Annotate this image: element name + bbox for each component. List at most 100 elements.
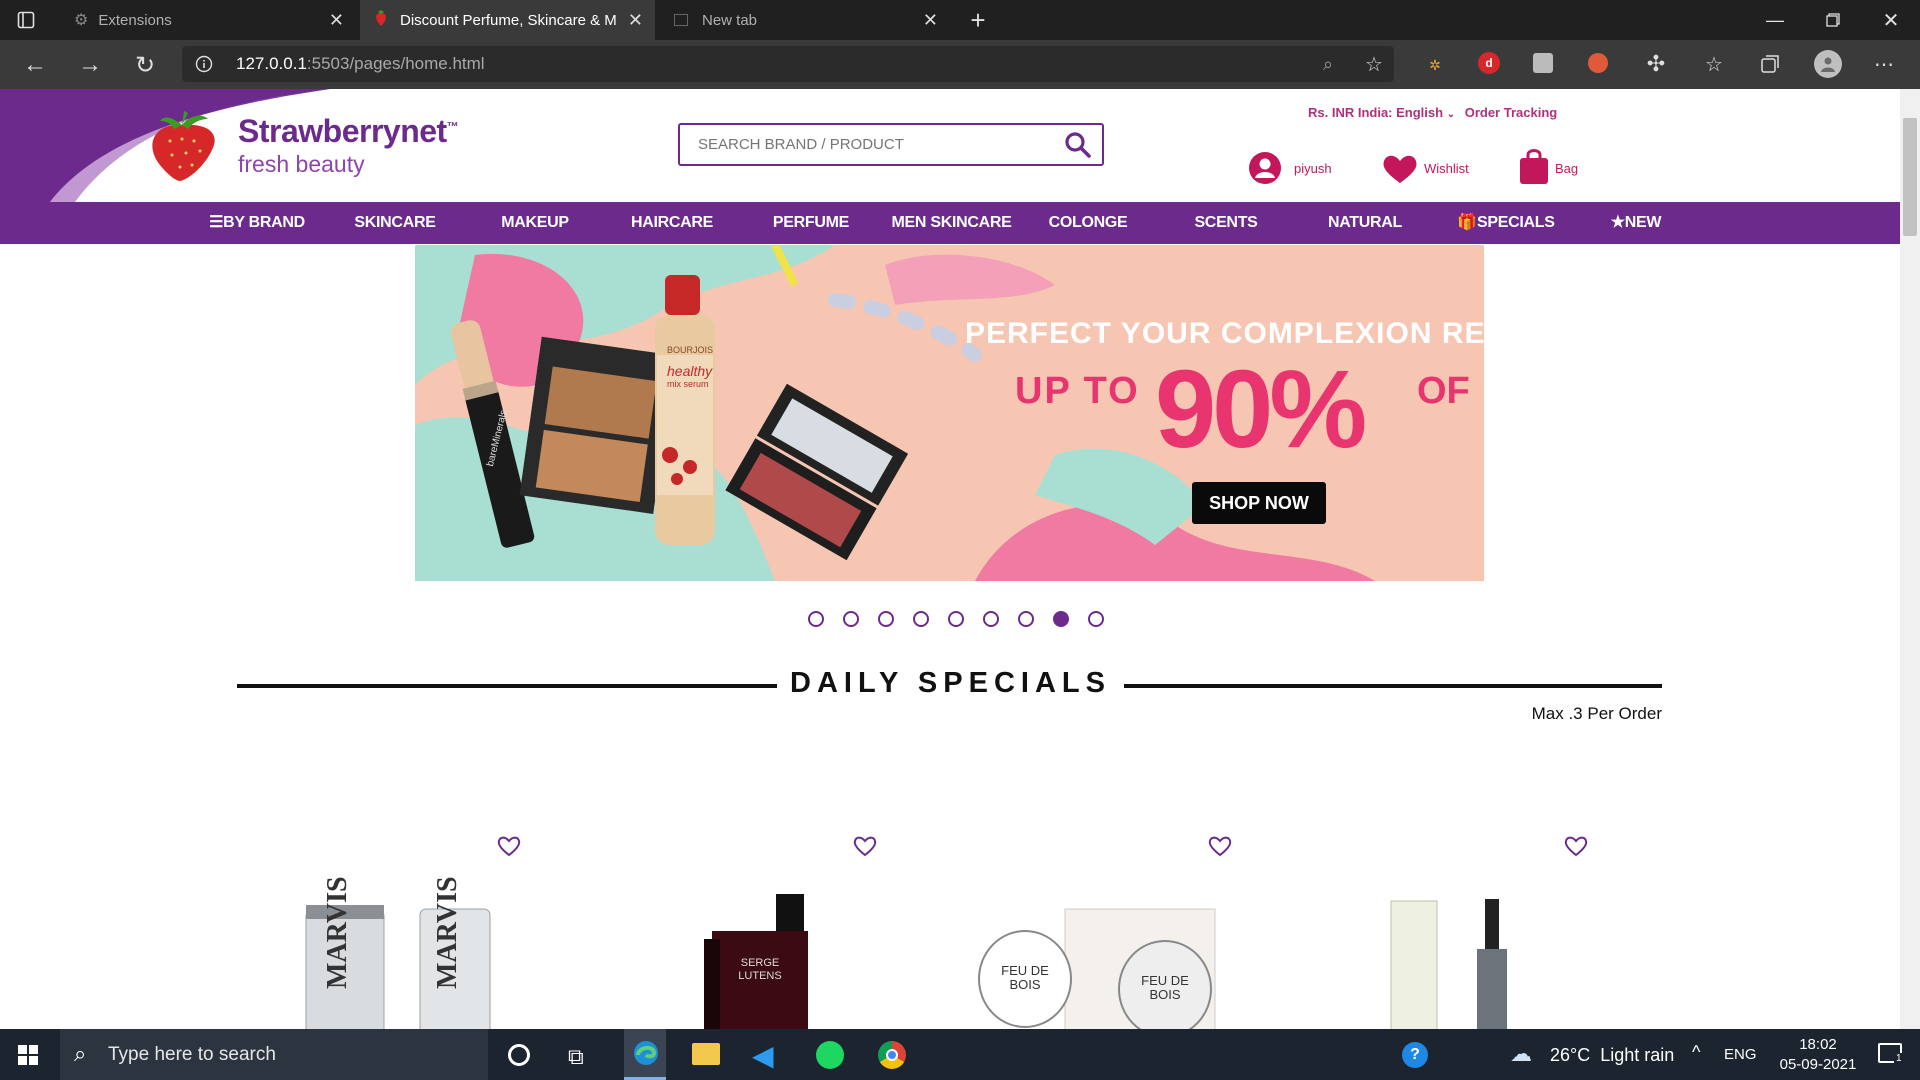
shop-now-button[interactable]: SHOP NOW [1192, 482, 1326, 524]
carousel-dot[interactable] [808, 611, 824, 627]
site-logo[interactable]: Strawberrynet™ fresh beauty [142, 107, 522, 187]
product-text: MARVIS [432, 876, 463, 989]
banner-headline: PERFECT YOUR COMPLEXION RE [965, 317, 1484, 350]
spotify-icon[interactable] [816, 1041, 844, 1069]
search-icon[interactable] [1064, 131, 1092, 159]
collections-icon[interactable] [1756, 50, 1784, 78]
banner-product-brand: BOURJOIS [667, 345, 714, 355]
product-card-serge-lutens[interactable]: SERGE LUTENS [700, 889, 820, 1029]
site-header: Strawberrynet™ fresh beauty Rs. INR Indi… [0, 89, 1900, 202]
nav-perfume[interactable]: PERFUME [756, 202, 866, 244]
wishlist-heart-icon[interactable] [497, 835, 521, 862]
product-text: FEU DE BOIS [1141, 973, 1189, 1002]
carousel-dot[interactable] [948, 611, 964, 627]
carousel-dot[interactable] [1018, 611, 1034, 627]
nav-skincare[interactable]: SKINCARE [340, 202, 450, 244]
nav-scents[interactable]: SCENTS [1172, 202, 1280, 244]
tab-new-tab[interactable]: New tab ✕ [660, 0, 950, 40]
tab-actions-icon[interactable] [14, 8, 38, 32]
search-input[interactable] [680, 125, 1050, 164]
close-window-icon[interactable]: ✕ [1876, 8, 1906, 32]
wishlist-link[interactable]: Wishlist [1382, 151, 1502, 187]
nav-haircare[interactable]: HAIRCARE [617, 202, 727, 244]
vscode-icon[interactable]: ◀ [752, 1039, 774, 1072]
info-icon[interactable] [194, 54, 214, 74]
carousel-dot[interactable] [913, 611, 929, 627]
zoom-out-icon[interactable]: ⌕ [1316, 52, 1340, 76]
language-indicator[interactable]: ENG [1724, 1046, 1757, 1063]
page-icon [674, 14, 688, 26]
minimize-icon[interactable]: — [1760, 8, 1790, 32]
nav-natural[interactable]: NATURAL [1310, 202, 1420, 244]
account-link[interactable]: piyush [1248, 151, 1348, 187]
profile-avatar-icon[interactable] [1814, 50, 1842, 78]
clock-date[interactable]: 05-09-2021 [1765, 1056, 1871, 1073]
wishlist-heart-icon[interactable] [1564, 835, 1588, 862]
clock-time[interactable]: 18:02 [1788, 1036, 1848, 1053]
refresh-icon[interactable]: ↻ [130, 50, 160, 80]
extension-red-icon[interactable]: d [1478, 52, 1500, 74]
banner-off: OF [1417, 370, 1470, 412]
close-icon[interactable]: ✕ [923, 10, 938, 31]
taskbar-search-box[interactable]: ⌕ Type here to search [60, 1029, 488, 1080]
product-card-diptyque[interactable]: FEU DE BOIS FEU DE BOIS [975, 889, 1245, 1029]
favorites-icon[interactable]: ☆ [1700, 50, 1728, 78]
search-icon: ⌕ [74, 1041, 87, 1066]
nav-specials[interactable]: 🎁SPECIALS [1446, 202, 1566, 244]
nav-by-brand[interactable]: ☰BY BRAND [197, 202, 317, 244]
forward-arrow-icon[interactable]: → [75, 50, 105, 80]
address-bar[interactable]: 127.0.0.1:5503/pages/home.html ⌕ ☆ [182, 46, 1394, 82]
tab-strawberrynet[interactable]: Discount Perfume, Skincare & M ✕ [360, 0, 655, 40]
extension-gray-icon[interactable] [1533, 53, 1553, 73]
windows-start-icon[interactable] [18, 1045, 38, 1065]
search-box[interactable] [678, 123, 1104, 166]
nav-makeup[interactable]: MAKEUP [480, 202, 590, 244]
locale-selector[interactable]: Rs. INR India: English [1308, 105, 1443, 120]
product-card-mascara[interactable] [1385, 889, 1545, 1029]
wishlist-heart-icon[interactable] [1208, 835, 1232, 862]
task-view-icon[interactable]: ⧉ [568, 1044, 584, 1070]
wishlist-label: Wishlist [1424, 161, 1469, 176]
add-favorite-icon[interactable]: ☆ [1362, 52, 1386, 76]
tab-extensions[interactable]: ⚙ Extensions ✕ [60, 0, 356, 40]
product-card-marvis[interactable]: MARVIS MARVIS [300, 876, 500, 1029]
extension-round-icon[interactable] [1588, 53, 1608, 73]
wishlist-heart-icon[interactable] [853, 835, 877, 862]
chevron-up-icon[interactable]: ^ [1692, 1042, 1700, 1063]
extensions-puzzle-icon[interactable]: ✣ [1642, 50, 1670, 78]
nav-new[interactable]: ★NEW [1586, 202, 1686, 244]
file-explorer-icon[interactable] [692, 1043, 720, 1065]
weather-cloud-icon: ☁ [1510, 1041, 1532, 1066]
carousel-dot[interactable] [983, 611, 999, 627]
new-tab-plus-icon[interactable]: + [964, 5, 992, 35]
notifications-icon[interactable]: 1 [1878, 1043, 1904, 1064]
category-nav: ☰BY BRAND SKINCARE MAKEUP HAIRCARE PERFU… [0, 202, 1900, 244]
hero-banner[interactable]: bareMinerals BOURJOIS healthy mix serum … [415, 245, 1484, 581]
carousel-dot-active[interactable] [1053, 611, 1069, 627]
carousel-dot[interactable] [843, 611, 859, 627]
logo-title: Strawberrynet [238, 113, 447, 149]
chrome-icon[interactable] [878, 1041, 906, 1069]
bag-link[interactable]: Bag [1518, 147, 1608, 187]
browser-tab-bar: ⚙ Extensions ✕ Discount Perfume, Skincar… [0, 0, 1920, 40]
close-icon[interactable]: ✕ [628, 10, 643, 31]
taskbar-search-placeholder: Type here to search [108, 1044, 276, 1065]
restore-icon[interactable] [1818, 8, 1848, 32]
close-icon[interactable]: ✕ [329, 10, 344, 31]
product-text: SERGE LUTENS [738, 957, 782, 982]
page-scrollbar-thumb[interactable] [1903, 118, 1917, 236]
chevron-down-icon[interactable]: ⌄ [1447, 109, 1455, 120]
logo-tm: ™ [446, 119, 459, 134]
cortana-icon[interactable] [508, 1044, 530, 1066]
carousel-dot[interactable] [1088, 611, 1104, 627]
nav-colonge[interactable]: COLONGE [1034, 202, 1142, 244]
nav-men-skincare[interactable]: MEN SKINCARE [884, 202, 1019, 244]
order-tracking-link[interactable]: Order Tracking [1465, 105, 1557, 120]
back-arrow-icon[interactable]: ← [20, 50, 50, 80]
more-menu-icon[interactable]: ⋯ [1870, 50, 1898, 78]
edge-app-icon[interactable] [624, 1029, 666, 1080]
help-icon[interactable]: ? [1402, 1042, 1428, 1068]
weather-text[interactable]: 26°C Light rain [1550, 1045, 1674, 1066]
extension-c-icon[interactable]: ✲ [1422, 52, 1448, 78]
carousel-dot[interactable] [878, 611, 894, 627]
